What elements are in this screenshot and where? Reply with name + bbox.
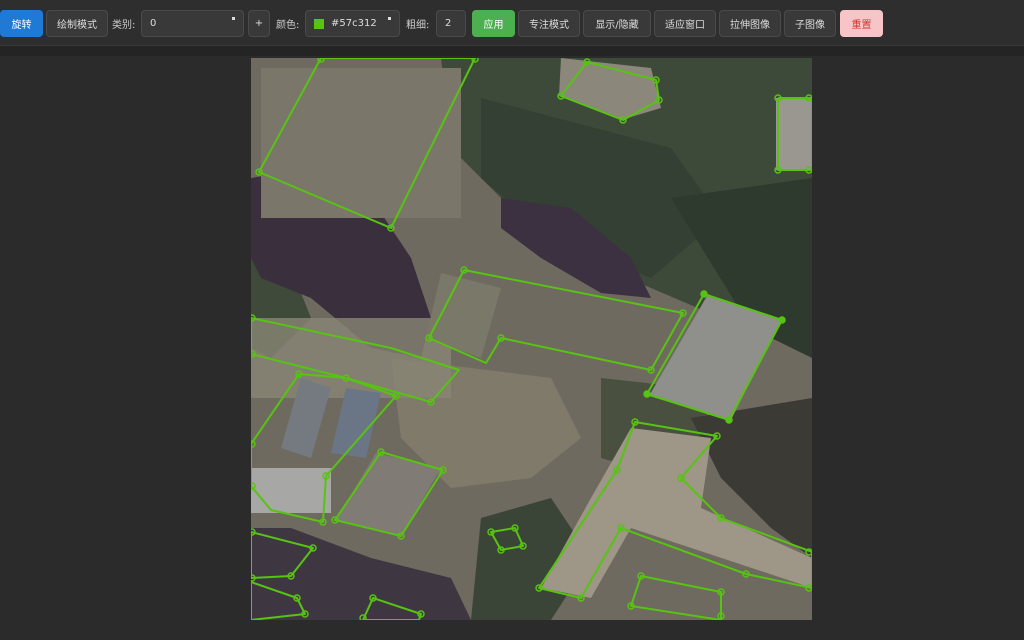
show-hide-button[interactable]: 显示/隐藏 [583,10,651,37]
dropdown-caret-icon [232,17,235,20]
fit-window-button[interactable]: 适应窗口 [654,10,716,37]
category-label: 类别: [112,20,136,31]
rotate-button[interactable]: 旋转 [0,10,43,37]
reset-button[interactable]: 重置 [840,10,883,37]
thickness-input[interactable]: 2 [436,10,466,37]
sub-image-button[interactable]: 子图像 [784,10,836,37]
color-select[interactable]: #57c312 [305,10,400,37]
color-value: #57c312 [331,18,377,29]
canvas-workspace[interactable] [0,56,1024,640]
category-value: 0 [150,18,157,29]
color-swatch [314,18,324,29]
thickness-label: 粗细: [406,20,430,31]
aerial-image-canvas[interactable] [251,58,812,620]
category-select[interactable]: 0 [141,10,244,37]
dropdown-caret-icon [388,17,391,20]
focus-mode-button[interactable]: 专注模式 [518,10,580,37]
color-label: 颜色: [276,20,300,31]
draw-mode-button[interactable]: 绘制模式 [46,10,108,37]
toolbar-divider [0,46,1024,56]
add-category-button[interactable]: + [248,10,270,37]
stretch-image-button[interactable]: 拉伸图像 [719,10,781,37]
toolbar: 旋转 绘制模式 类别: 0 + 颜色: #57c312 粗细: 2 应用 专注模… [0,0,1024,46]
apply-button[interactable]: 应用 [472,10,515,37]
aerial-photo [251,58,812,620]
